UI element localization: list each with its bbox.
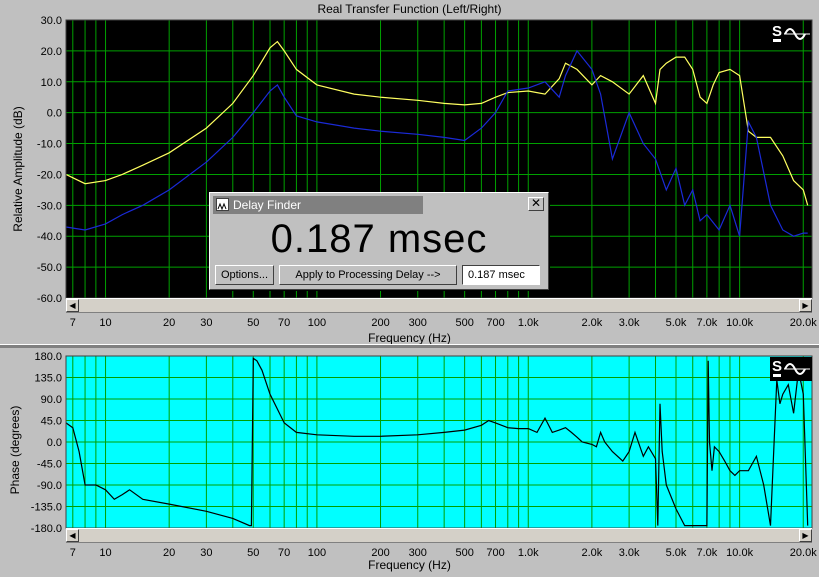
amplitude-y-tick-label: -60.0 [37,293,62,305]
app-logo-icon: S [770,357,812,381]
amplitude-scrollbar[interactable]: ◀ ▶ [66,298,812,313]
amplitude-x-tick-label: 1.0k [518,317,539,329]
apply-to-processing-delay-button[interactable]: Apply to Processing Delay --> [279,265,457,285]
amplitude-y-tick-label: 0.0 [47,108,62,120]
amplitude-x-tick-label: 700 [486,317,504,329]
phase-y-tick-label: -90.0 [37,480,62,492]
dialog-title: Delay Finder [233,198,302,212]
amplitude-y-tick-label: 20.0 [41,46,62,58]
amplitude-x-tick-label: 200 [371,317,389,329]
phase-y-tick-label: -135.0 [31,502,62,514]
amplitude-y-tick-label: 10.0 [41,77,62,89]
svg-text:S: S [772,358,782,375]
amplitude-x-tick-label: 100 [308,317,326,329]
amplitude-x-tick-label: 500 [455,317,473,329]
phase-x-axis-label: Frequency (Hz) [368,558,451,572]
phase-scrollbar[interactable]: ◀ ▶ [66,528,812,543]
amplitude-y-tick-label: -40.0 [37,231,62,243]
amplitude-x-tick-label: 10 [99,317,111,329]
delay-value-field[interactable]: 0.187 msec [462,265,540,285]
phase-y-tick-label: 0.0 [47,437,62,449]
amplitude-y-tick-label: -20.0 [37,169,62,181]
amplitude-x-tick-label: 5.0k [666,317,687,329]
phase-y-tick-label: -180.0 [31,523,62,535]
phase-y-tick-label: 45.0 [41,416,62,428]
amplitude-y-tick-label: 30.0 [41,15,62,27]
delay-finder-dialog[interactable]: Delay Finder ✕ 0.187 msec Options... App… [209,192,549,290]
amplitude-x-tick-label: 300 [409,317,427,329]
amplitude-x-axis-label: Frequency (Hz) [368,331,451,345]
amplitude-x-tick-label: 50 [247,317,259,329]
amplitude-y-tick-label: -50.0 [37,262,62,274]
app-logo-icon: S [770,22,812,46]
phase-y-tick-label: 135.0 [34,373,62,385]
amplitude-x-tick-label: 7 [70,317,76,329]
amplitude-x-tick-label: 70 [278,317,290,329]
waveform-icon [216,198,229,211]
phase-y-tick-label: 90.0 [41,394,62,406]
phase-y-tick-label: -45.0 [37,459,62,471]
dialog-titlebar[interactable]: Delay Finder [213,196,423,214]
amplitude-x-tick-label: 2.0k [581,317,602,329]
close-button[interactable]: ✕ [528,197,544,211]
amplitude-x-tick-label: 20 [163,317,175,329]
scroll-right-button[interactable]: ▶ [799,299,812,312]
scroll-left-button[interactable]: ◀ [66,529,79,542]
amplitude-x-tick-label: 20.0k [790,317,817,329]
scroll-right-button[interactable]: ▶ [799,529,812,542]
amplitude-x-tick-label: 3.0k [619,317,640,329]
scroll-left-button[interactable]: ◀ [66,299,79,312]
amplitude-y-tick-label: -10.0 [37,139,62,151]
svg-text:S: S [772,23,782,40]
amplitude-y-tick-label: -30.0 [37,200,62,212]
delay-value: 0.187 msec [270,217,488,261]
phase-y-tick-label: 180.0 [34,351,62,363]
options-button[interactable]: Options... [215,265,274,285]
amplitude-x-tick-label: 30 [200,317,212,329]
amplitude-x-tick-label: 10.0k [726,317,753,329]
amplitude-x-tick-label: 7.0k [696,317,717,329]
